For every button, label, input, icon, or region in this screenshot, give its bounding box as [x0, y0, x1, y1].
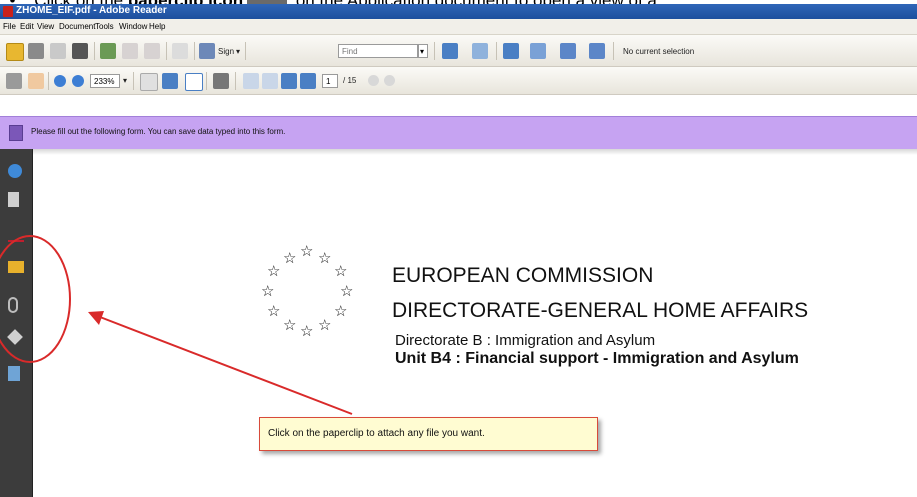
callout-text: Click on the paperclip to attach any fil…: [268, 428, 485, 439]
highlight-ellipse: [0, 235, 71, 363]
annotation-callout: Click on the paperclip to attach any fil…: [259, 417, 598, 451]
annotation-arrow-line: [99, 316, 353, 415]
